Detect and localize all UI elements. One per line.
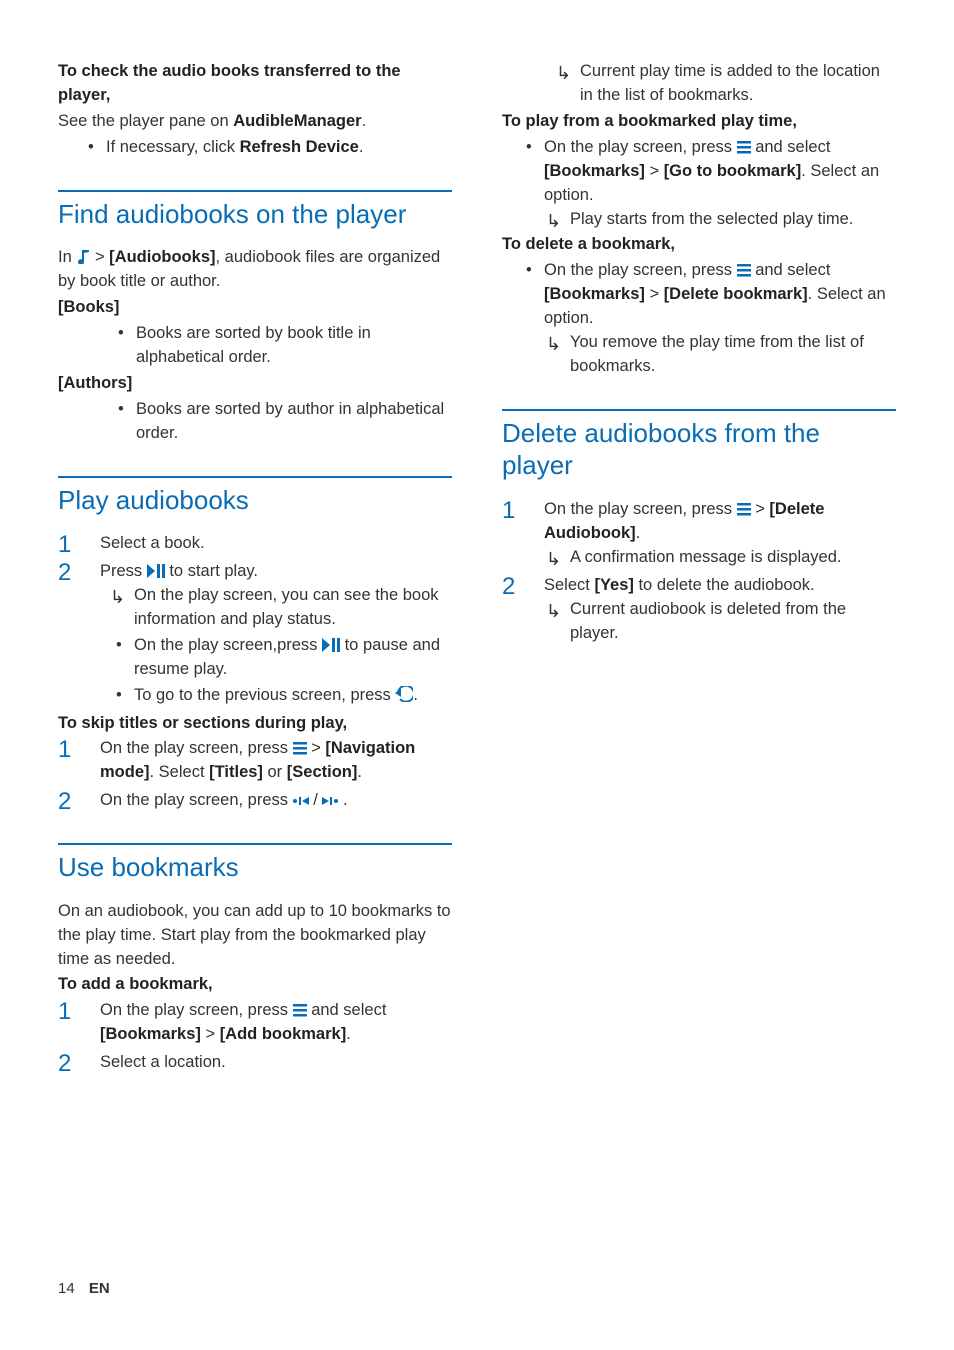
find-audiobooks-section: Find audiobooks on the player In > [Audi… [58, 190, 452, 446]
delbooks-step1: 1 On the play screen, press > [Delete Au… [502, 498, 896, 570]
play-step2-back: To go to the previous screen, press . [134, 684, 452, 708]
menu-icon [293, 742, 307, 755]
usebm-title: Use bookmarks [58, 851, 452, 884]
menu-icon [737, 141, 751, 154]
playfrom-heading: To play from a bookmarked play time, [502, 110, 896, 134]
play-pause-icon [147, 564, 165, 578]
delbooks-title: Delete audiobooks from the player [502, 417, 896, 482]
page-footer: 14 EN [58, 1278, 110, 1300]
skip-heading: To skip titles or sections during play, [58, 712, 452, 736]
left-column: To check the audio books transferred to … [58, 60, 452, 1105]
page-number: 14 [58, 1280, 75, 1297]
authors-desc: Books are sorted by author in alphabetic… [136, 398, 452, 446]
use-bookmarks-section: Use bookmarks On an audiobook, you can a… [58, 843, 452, 1075]
top-arrow-result: Current play time is added to the locati… [580, 60, 896, 108]
delbooks-s2-result: Current audiobook is deleted from the pl… [570, 598, 896, 646]
skip-step2: 2 On the play screen, press / . [58, 789, 452, 813]
menu-icon [293, 1004, 307, 1017]
delete-audiobooks-section: Delete audiobooks from the player 1 On t… [502, 409, 896, 646]
find-title: Find audiobooks on the player [58, 198, 452, 231]
play-step2: 2 Press to start play. On the play scree… [58, 560, 452, 708]
play-audiobooks-section: Play audiobooks 1Select a book. 2 Press … [58, 476, 452, 814]
check-heading: To check the audio books transferred to … [58, 60, 452, 108]
delbooks-step2: 2 Select [Yes] to delete the audiobook. … [502, 574, 896, 646]
music-icon [76, 248, 90, 264]
books-desc: Books are sorted by book title in alphab… [136, 322, 452, 370]
check-line1: See the player pane on AudibleManager. [58, 110, 452, 134]
play-step1: 1Select a book. [58, 532, 452, 556]
deletebm-heading: To delete a bookmark, [502, 233, 896, 257]
addbm-step2: 2Select a location. [58, 1051, 452, 1075]
back-icon [395, 686, 413, 702]
add-bm-heading: To add a bookmark, [58, 973, 452, 997]
play-step2-result: On the play screen, you can see the book… [134, 584, 452, 632]
play-pause-icon [322, 638, 340, 652]
delbooks-s1-result: A confirmation message is displayed. [570, 546, 896, 570]
play-title: Play audiobooks [58, 484, 452, 517]
play-step2-pause: On the play screen,press to pause and re… [134, 634, 452, 682]
menu-icon [737, 264, 751, 277]
usebm-intro: On an audiobook, you can add up to 10 bo… [58, 900, 452, 972]
playfrom-result: Play starts from the selected play time. [570, 208, 896, 232]
right-column: Current play time is added to the locati… [502, 60, 896, 1105]
check-bullet: If necessary, click Refresh Device. [106, 136, 452, 160]
deletebm-bullet: On the play screen, press and select [Bo… [544, 259, 896, 379]
prev-track-icon [293, 795, 309, 807]
deletebm-result: You remove the play time from the list o… [570, 331, 896, 379]
addbm-step1: 1 On the play screen, press and select [… [58, 999, 452, 1047]
menu-icon [737, 503, 751, 516]
find-intro: In > [Audiobooks], audiobook files are o… [58, 246, 452, 294]
skip-step1: 1 On the play screen, press > [Navigatio… [58, 737, 452, 785]
authors-label: [Authors] [58, 372, 452, 396]
next-track-icon [322, 795, 338, 807]
page-lang: EN [89, 1280, 110, 1297]
playfrom-bullet: On the play screen, press and select [Bo… [544, 136, 896, 232]
books-label: [Books] [58, 296, 452, 320]
check-transfer-section: To check the audio books transferred to … [58, 60, 452, 160]
